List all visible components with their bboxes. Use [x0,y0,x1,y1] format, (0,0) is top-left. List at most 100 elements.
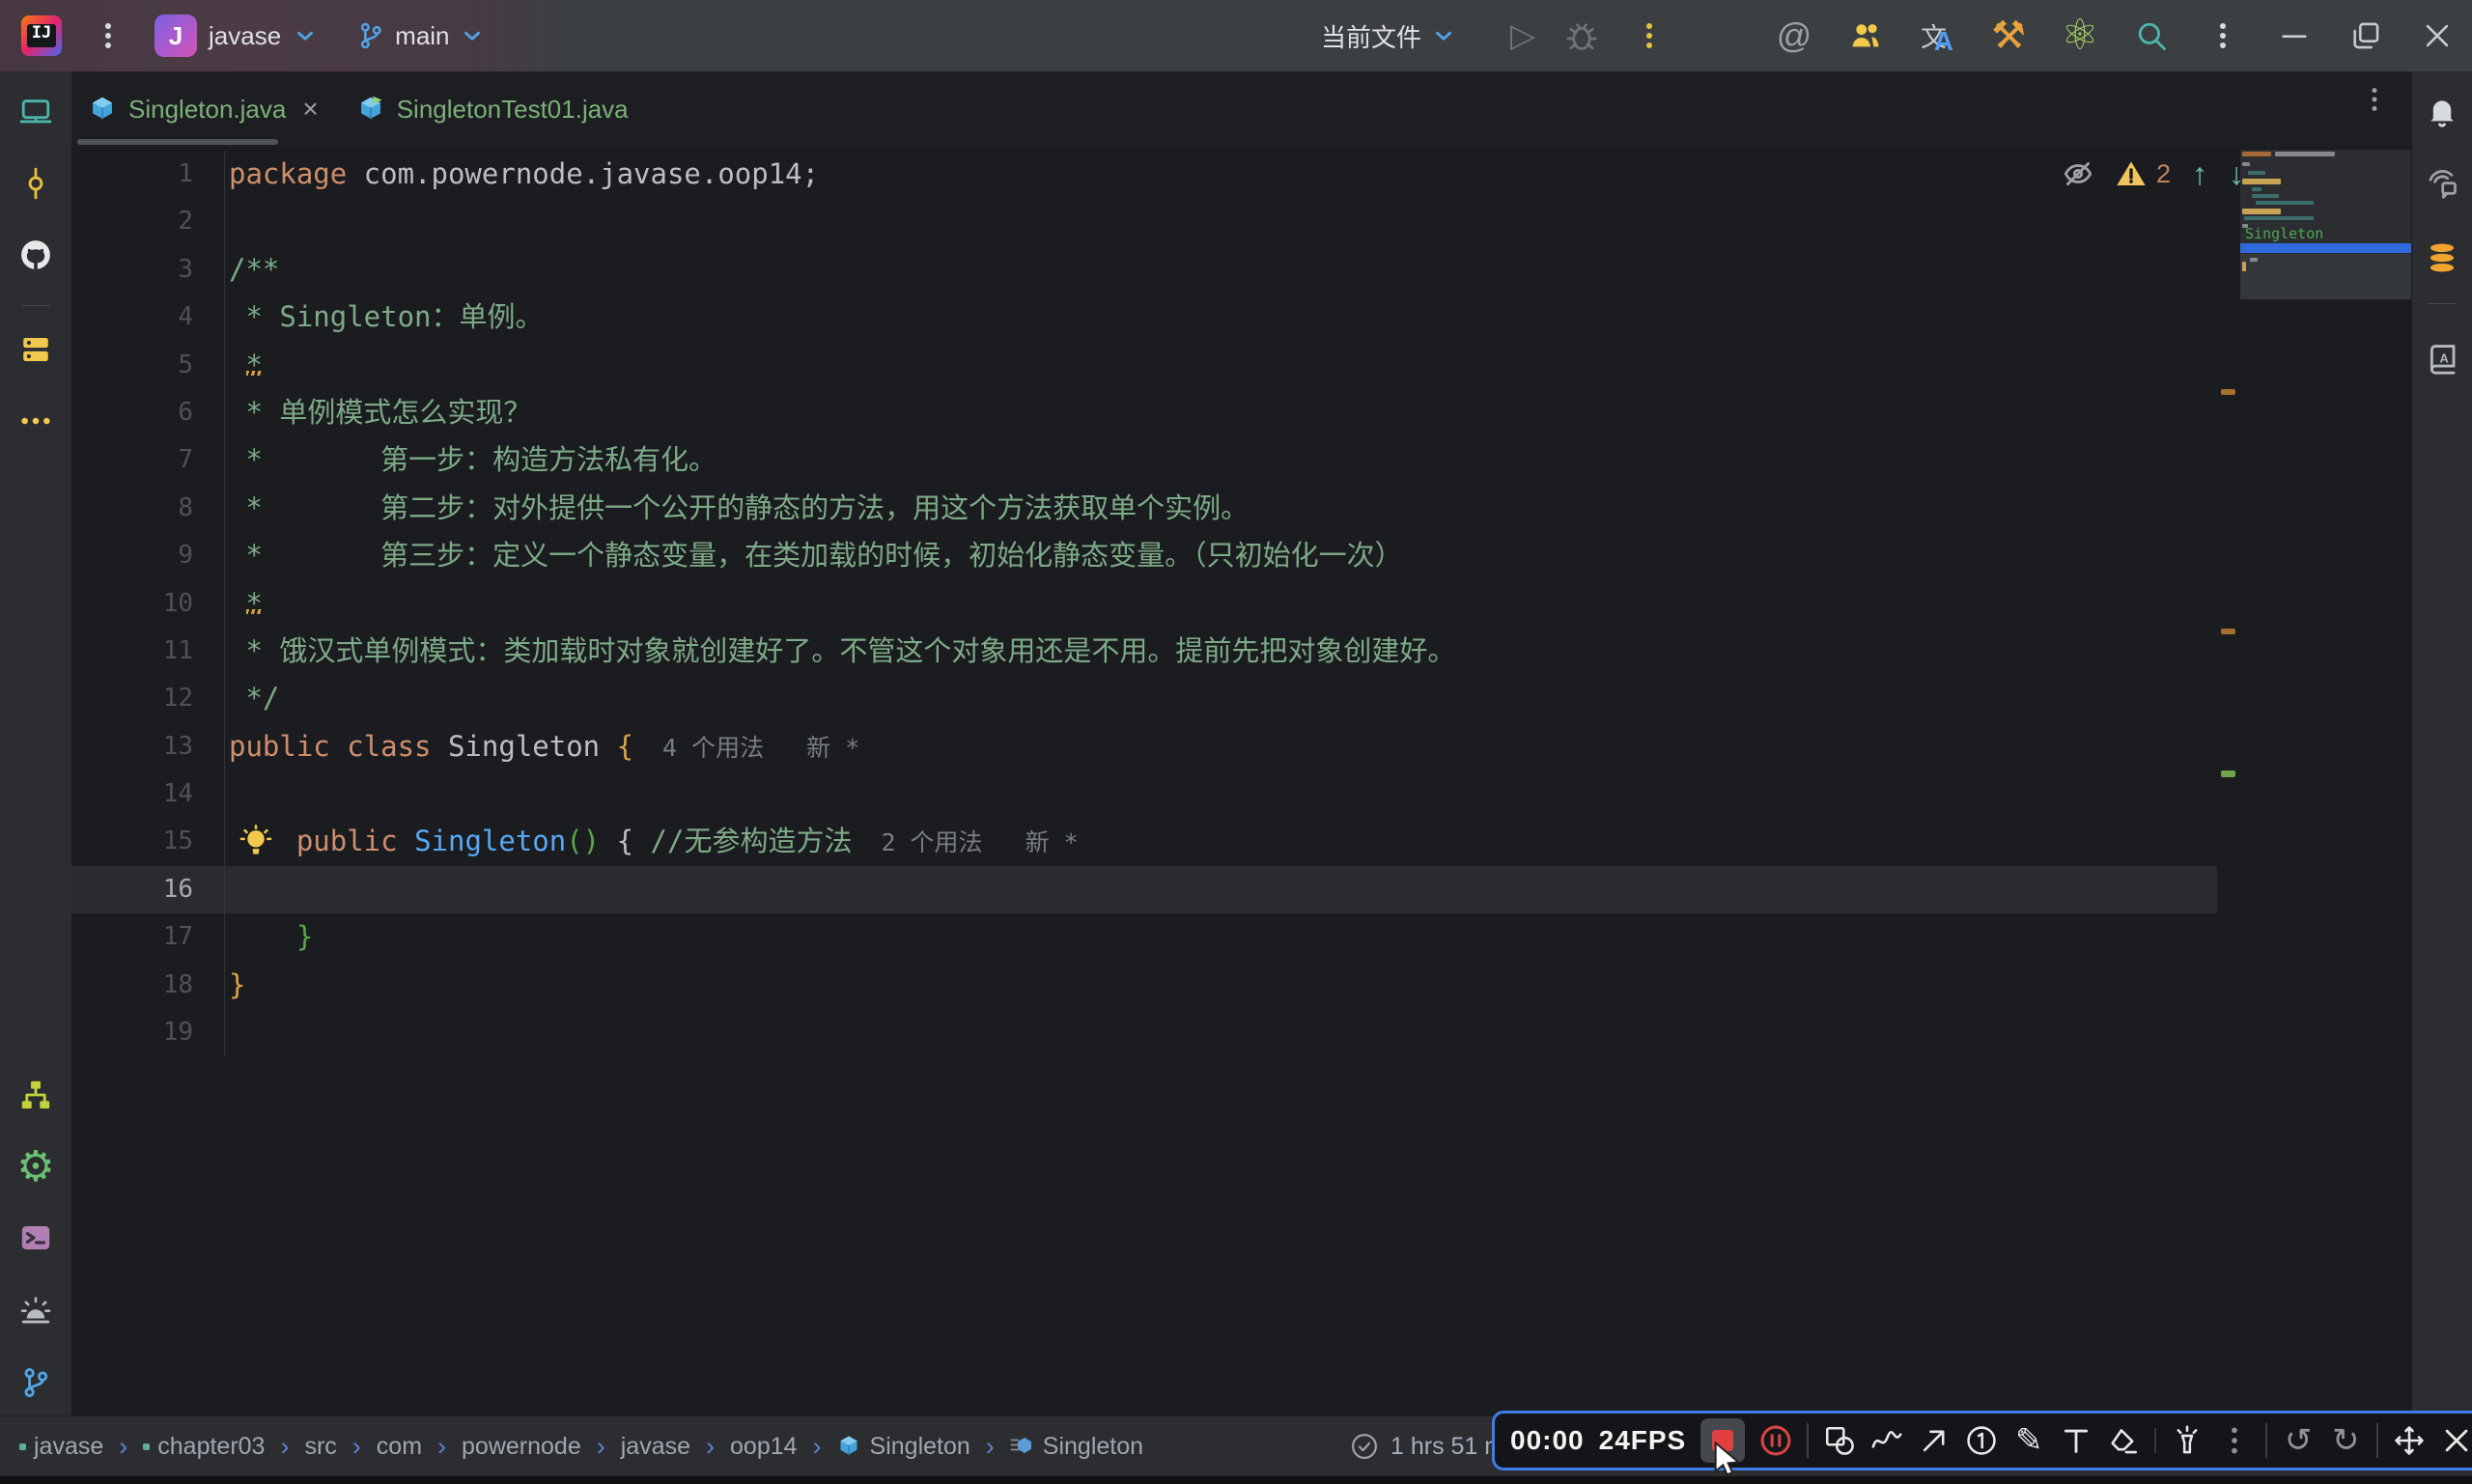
code-line-17[interactable]: 17 } [71,913,2217,961]
redo-button[interactable]: ↻ [2329,1424,2362,1457]
hierarchy-tool-button[interactable] [13,1072,59,1118]
error-stripe-mark[interactable] [2221,389,2235,395]
hide-inspections-button[interactable] [2062,157,2094,190]
translate-button[interactable]: 文A [1916,12,1958,60]
commit-tool-button[interactable] [13,160,59,207]
tab-close-button[interactable]: × [302,96,318,123]
main-menu-button[interactable] [87,12,129,60]
atom-plugin-button[interactable]: ⚛ [2059,12,2101,60]
close-toolbar-button[interactable] [2440,1424,2472,1457]
project-selector[interactable]: J javase [154,14,318,57]
breadcrumb-item-javase[interactable]: javase [621,1433,690,1461]
close-button[interactable] [2416,12,2458,60]
vcs-branch-selector[interactable]: main [356,21,484,51]
token [229,349,245,381]
breadcrumb-item-com[interactable]: com [377,1433,422,1461]
code-line-14[interactable]: 14 [71,770,2217,818]
code-line-15[interactable]: 15 public Singleton() { //无参构造方法2 个用法新 * [71,818,2217,865]
code-line-13[interactable]: 13public class Singleton {4 个用法新 * [71,723,2217,770]
terminal-icon [19,1221,52,1254]
run-button[interactable]: ▷ [1510,19,1535,52]
settings-tool-button[interactable]: ⚙ [13,1144,59,1190]
terminal-tool-button[interactable] [13,1215,59,1261]
toolbar-divider [2265,1423,2267,1458]
code-line-3[interactable]: 3/** [71,246,2217,294]
line-number: 14 [71,770,224,818]
maximize-button[interactable] [2345,12,2387,60]
code-text: * [224,342,2217,389]
shape-tool-button[interactable] [1823,1424,1856,1457]
recorder-more-button[interactable] [2218,1424,2251,1457]
minimize-button[interactable] [2273,12,2316,60]
tab-SingletonTest01.java[interactable]: SingletonTest01.java [340,71,650,147]
move-toolbar-button[interactable] [2393,1424,2426,1457]
minimap-viewport[interactable] [2240,254,2411,299]
alerts-tool-button[interactable] [13,1287,59,1333]
freehand-tool-button[interactable] [1870,1424,1903,1457]
breadcrumb-item-Singleton[interactable]: Singleton [1010,1433,1143,1461]
code-line-2[interactable]: 2 [71,198,2217,245]
debug-button[interactable] [1564,18,1599,53]
warning-icon[interactable] [2116,158,2147,189]
code-line-10[interactable]: 10 * [71,580,2217,628]
spotlight-tool-button[interactable] [2171,1424,2204,1457]
code-line-1[interactable]: 1package com.powernode.javase.oop14; [71,151,2217,198]
token: * 第二步：对外提供一个公开的静态的方法，用这个方法获取单个实例。 [229,491,1249,524]
git-tool-button[interactable] [13,1359,59,1406]
run-more-button[interactable] [1628,12,1671,60]
tab-options-button[interactable] [2360,85,2389,114]
breadcrumb-item-Singleton[interactable]: Singleton [837,1433,970,1461]
structure-tool-button[interactable] [13,326,59,373]
code-line-6[interactable]: 6 * 单例模式怎么实现？ [71,389,2217,436]
code-line-8[interactable]: 8 * 第二步：对外提供一个公开的静态的方法，用这个方法获取单个实例。 [71,485,2217,532]
line-number: 19 [71,1009,224,1056]
code-lines: 1package com.powernode.javase.oop14;23/*… [71,151,2217,1056]
code-line-5[interactable]: 5 * [71,342,2217,389]
tab-Singleton.java[interactable]: Singleton.java× [71,71,340,147]
ai-chat-tool-button[interactable] [2419,159,2465,206]
breadcrumb-item-powernode[interactable]: powernode [462,1433,581,1461]
spiral-plugin-button[interactable]: @ [1773,12,1815,60]
breadcrumb-item-src[interactable]: src [304,1433,336,1461]
dictionary-tool-button[interactable]: A [2419,336,2465,382]
minimap[interactable]: Singleton [2240,150,2411,299]
code-line-9[interactable]: 9 * 第三步：定义一个静态变量，在类加载的时候，初始化静态变量。（只初始化一次… [71,532,2217,579]
pause-record-button[interactable] [1759,1424,1792,1457]
breadcrumb-item-chapter03[interactable]: chapter03 [143,1433,265,1461]
tab-scrollbar-thumb[interactable] [77,139,278,145]
github-tool-button[interactable] [13,232,59,278]
title-bar: IJ J javase main 当前文件 ▷ @文A⚒⚛ [0,0,2472,71]
code-line-16[interactable]: 16 [71,866,2217,913]
undo-button[interactable]: ↺ [2282,1424,2315,1457]
intention-lightbulb-icon[interactable] [238,824,274,860]
code-line-11[interactable]: 11 * 饿汉式单例模式：类加载时对象就创建好了。不管这个对象用还是不用。提前先… [71,628,2217,675]
code-line-4[interactable]: 4 * Singleton：单例。 [71,294,2217,341]
error-stripe-mark[interactable] [2221,629,2235,634]
line-number: 13 [71,723,224,771]
pencil-tool-button[interactable]: ✎ [2012,1424,2045,1457]
code-line-7[interactable]: 7 * 第一步：构造方法私有化。 [71,436,2217,484]
arrow-tool-button[interactable] [1918,1424,1951,1457]
tools-plugin-button[interactable]: ⚒ [1987,12,2030,60]
more-actions-button[interactable] [2202,12,2244,60]
text-tool-button[interactable] [2060,1424,2093,1457]
prev-problem-button[interactable]: ↑ [2192,158,2207,189]
run-configuration-selector[interactable]: 当前文件 [1321,18,1456,54]
code-line-12[interactable]: 12 */ [71,675,2217,722]
error-stripe-mark[interactable] [2221,770,2235,777]
breadcrumb-item-javase[interactable]: javase [19,1433,103,1461]
notifications-button[interactable] [2419,88,2465,134]
database-tool-button[interactable] [2419,235,2465,281]
number-tool-button[interactable] [1965,1424,1998,1457]
code-editor[interactable]: 1package com.powernode.javase.oop14;23/*… [71,147,2412,1415]
eraser-tool-button[interactable] [2107,1424,2140,1457]
code-line-19[interactable]: 19 [71,1009,2217,1056]
more-tool-windows-button[interactable] [13,398,59,444]
code-line-18[interactable]: 18} [71,962,2217,1009]
code-text: */ [224,675,2217,722]
code-text: * 第一步：构造方法私有化。 [224,436,2217,484]
search-everywhere-button[interactable] [2130,12,2173,60]
code-with-me-button[interactable] [1844,12,1887,60]
breadcrumb-item-oop14[interactable]: oop14 [730,1433,798,1461]
project-tool-button[interactable] [13,89,59,135]
